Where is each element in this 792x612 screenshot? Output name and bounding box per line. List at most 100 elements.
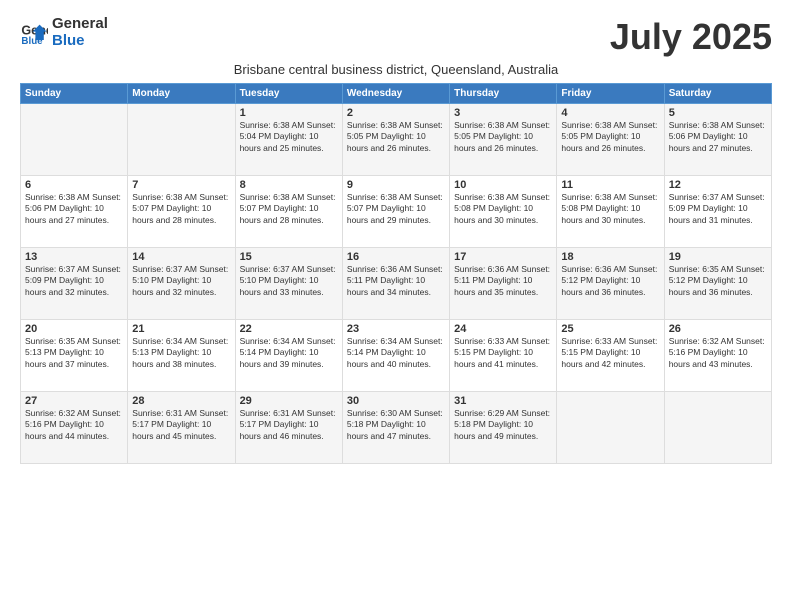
day-number: 5 bbox=[669, 107, 767, 119]
day-number: 24 bbox=[454, 323, 552, 335]
day-info: Sunrise: 6:29 AM Sunset: 5:18 PM Dayligh… bbox=[454, 408, 552, 442]
day-info: Sunrise: 6:38 AM Sunset: 5:07 PM Dayligh… bbox=[240, 192, 338, 226]
day-number: 23 bbox=[347, 323, 445, 335]
day-info: Sunrise: 6:38 AM Sunset: 5:06 PM Dayligh… bbox=[669, 120, 767, 154]
day-cell: 15Sunrise: 6:37 AM Sunset: 5:10 PM Dayli… bbox=[235, 248, 342, 320]
day-cell: 1Sunrise: 6:38 AM Sunset: 5:04 PM Daylig… bbox=[235, 104, 342, 176]
day-number: 29 bbox=[240, 395, 338, 407]
day-info: Sunrise: 6:37 AM Sunset: 5:10 PM Dayligh… bbox=[240, 264, 338, 298]
day-number: 4 bbox=[561, 107, 659, 119]
day-number: 6 bbox=[25, 179, 123, 191]
day-number: 15 bbox=[240, 251, 338, 263]
day-cell: 27Sunrise: 6:32 AM Sunset: 5:16 PM Dayli… bbox=[21, 392, 128, 464]
day-number: 13 bbox=[25, 251, 123, 263]
day-cell: 16Sunrise: 6:36 AM Sunset: 5:11 PM Dayli… bbox=[342, 248, 449, 320]
day-cell: 14Sunrise: 6:37 AM Sunset: 5:10 PM Dayli… bbox=[128, 248, 235, 320]
day-info: Sunrise: 6:30 AM Sunset: 5:18 PM Dayligh… bbox=[347, 408, 445, 442]
day-cell bbox=[664, 392, 771, 464]
day-cell: 2Sunrise: 6:38 AM Sunset: 5:05 PM Daylig… bbox=[342, 104, 449, 176]
header-row-days: Sunday Monday Tuesday Wednesday Thursday… bbox=[21, 84, 772, 104]
day-cell: 6Sunrise: 6:38 AM Sunset: 5:06 PM Daylig… bbox=[21, 176, 128, 248]
day-info: Sunrise: 6:38 AM Sunset: 5:05 PM Dayligh… bbox=[347, 120, 445, 154]
subtitle: Brisbane central business district, Quee… bbox=[20, 62, 772, 77]
day-info: Sunrise: 6:38 AM Sunset: 5:08 PM Dayligh… bbox=[454, 192, 552, 226]
day-cell: 25Sunrise: 6:33 AM Sunset: 5:15 PM Dayli… bbox=[557, 320, 664, 392]
logo-line1: General bbox=[52, 16, 108, 33]
day-number: 30 bbox=[347, 395, 445, 407]
day-number: 17 bbox=[454, 251, 552, 263]
day-cell: 8Sunrise: 6:38 AM Sunset: 5:07 PM Daylig… bbox=[235, 176, 342, 248]
day-number: 27 bbox=[25, 395, 123, 407]
week-row-2: 6Sunrise: 6:38 AM Sunset: 5:06 PM Daylig… bbox=[21, 176, 772, 248]
day-cell: 13Sunrise: 6:37 AM Sunset: 5:09 PM Dayli… bbox=[21, 248, 128, 320]
day-number: 18 bbox=[561, 251, 659, 263]
day-info: Sunrise: 6:37 AM Sunset: 5:09 PM Dayligh… bbox=[669, 192, 767, 226]
day-info: Sunrise: 6:38 AM Sunset: 5:05 PM Dayligh… bbox=[454, 120, 552, 154]
day-number: 25 bbox=[561, 323, 659, 335]
day-info: Sunrise: 6:38 AM Sunset: 5:06 PM Dayligh… bbox=[25, 192, 123, 226]
day-number: 21 bbox=[132, 323, 230, 335]
day-cell: 3Sunrise: 6:38 AM Sunset: 5:05 PM Daylig… bbox=[450, 104, 557, 176]
day-cell: 26Sunrise: 6:32 AM Sunset: 5:16 PM Dayli… bbox=[664, 320, 771, 392]
day-info: Sunrise: 6:34 AM Sunset: 5:14 PM Dayligh… bbox=[240, 336, 338, 370]
col-saturday: Saturday bbox=[664, 84, 771, 104]
header-row: General Blue General Blue July 2025 bbox=[20, 16, 772, 58]
week-row-4: 20Sunrise: 6:35 AM Sunset: 5:13 PM Dayli… bbox=[21, 320, 772, 392]
week-row-5: 27Sunrise: 6:32 AM Sunset: 5:16 PM Dayli… bbox=[21, 392, 772, 464]
day-number: 11 bbox=[561, 179, 659, 191]
day-number: 19 bbox=[669, 251, 767, 263]
col-monday: Monday bbox=[128, 84, 235, 104]
day-cell: 28Sunrise: 6:31 AM Sunset: 5:17 PM Dayli… bbox=[128, 392, 235, 464]
day-number: 31 bbox=[454, 395, 552, 407]
day-info: Sunrise: 6:34 AM Sunset: 5:13 PM Dayligh… bbox=[132, 336, 230, 370]
day-info: Sunrise: 6:31 AM Sunset: 5:17 PM Dayligh… bbox=[132, 408, 230, 442]
day-info: Sunrise: 6:35 AM Sunset: 5:12 PM Dayligh… bbox=[669, 264, 767, 298]
day-info: Sunrise: 6:37 AM Sunset: 5:09 PM Dayligh… bbox=[25, 264, 123, 298]
day-info: Sunrise: 6:31 AM Sunset: 5:17 PM Dayligh… bbox=[240, 408, 338, 442]
day-cell: 5Sunrise: 6:38 AM Sunset: 5:06 PM Daylig… bbox=[664, 104, 771, 176]
col-thursday: Thursday bbox=[450, 84, 557, 104]
day-cell: 7Sunrise: 6:38 AM Sunset: 5:07 PM Daylig… bbox=[128, 176, 235, 248]
day-info: Sunrise: 6:36 AM Sunset: 5:12 PM Dayligh… bbox=[561, 264, 659, 298]
day-info: Sunrise: 6:32 AM Sunset: 5:16 PM Dayligh… bbox=[669, 336, 767, 370]
day-cell: 29Sunrise: 6:31 AM Sunset: 5:17 PM Dayli… bbox=[235, 392, 342, 464]
calendar-body: 1Sunrise: 6:38 AM Sunset: 5:04 PM Daylig… bbox=[21, 104, 772, 464]
day-number: 20 bbox=[25, 323, 123, 335]
day-cell: 20Sunrise: 6:35 AM Sunset: 5:13 PM Dayli… bbox=[21, 320, 128, 392]
week-row-3: 13Sunrise: 6:37 AM Sunset: 5:09 PM Dayli… bbox=[21, 248, 772, 320]
day-cell: 30Sunrise: 6:30 AM Sunset: 5:18 PM Dayli… bbox=[342, 392, 449, 464]
day-cell bbox=[557, 392, 664, 464]
logo: General Blue General Blue bbox=[20, 16, 108, 49]
day-number: 9 bbox=[347, 179, 445, 191]
day-cell: 17Sunrise: 6:36 AM Sunset: 5:11 PM Dayli… bbox=[450, 248, 557, 320]
day-info: Sunrise: 6:38 AM Sunset: 5:07 PM Dayligh… bbox=[347, 192, 445, 226]
col-tuesday: Tuesday bbox=[235, 84, 342, 104]
day-cell: 9Sunrise: 6:38 AM Sunset: 5:07 PM Daylig… bbox=[342, 176, 449, 248]
day-number: 3 bbox=[454, 107, 552, 119]
day-cell: 21Sunrise: 6:34 AM Sunset: 5:13 PM Dayli… bbox=[128, 320, 235, 392]
day-number: 28 bbox=[132, 395, 230, 407]
day-info: Sunrise: 6:38 AM Sunset: 5:04 PM Dayligh… bbox=[240, 120, 338, 154]
calendar-table: Sunday Monday Tuesday Wednesday Thursday… bbox=[20, 83, 772, 464]
page: General Blue General Blue July 2025 Bris… bbox=[0, 0, 792, 612]
day-info: Sunrise: 6:33 AM Sunset: 5:15 PM Dayligh… bbox=[561, 336, 659, 370]
day-cell bbox=[21, 104, 128, 176]
col-sunday: Sunday bbox=[21, 84, 128, 104]
day-info: Sunrise: 6:32 AM Sunset: 5:16 PM Dayligh… bbox=[25, 408, 123, 442]
logo-line2: Blue bbox=[52, 33, 108, 50]
day-info: Sunrise: 6:35 AM Sunset: 5:13 PM Dayligh… bbox=[25, 336, 123, 370]
day-info: Sunrise: 6:38 AM Sunset: 5:08 PM Dayligh… bbox=[561, 192, 659, 226]
day-cell: 10Sunrise: 6:38 AM Sunset: 5:08 PM Dayli… bbox=[450, 176, 557, 248]
day-cell bbox=[128, 104, 235, 176]
day-number: 7 bbox=[132, 179, 230, 191]
week-row-1: 1Sunrise: 6:38 AM Sunset: 5:04 PM Daylig… bbox=[21, 104, 772, 176]
day-number: 10 bbox=[454, 179, 552, 191]
logo-icon: General Blue bbox=[20, 19, 48, 47]
day-number: 14 bbox=[132, 251, 230, 263]
col-friday: Friday bbox=[557, 84, 664, 104]
day-cell: 18Sunrise: 6:36 AM Sunset: 5:12 PM Dayli… bbox=[557, 248, 664, 320]
day-number: 2 bbox=[347, 107, 445, 119]
day-cell: 24Sunrise: 6:33 AM Sunset: 5:15 PM Dayli… bbox=[450, 320, 557, 392]
day-cell: 12Sunrise: 6:37 AM Sunset: 5:09 PM Dayli… bbox=[664, 176, 771, 248]
day-cell: 23Sunrise: 6:34 AM Sunset: 5:14 PM Dayli… bbox=[342, 320, 449, 392]
